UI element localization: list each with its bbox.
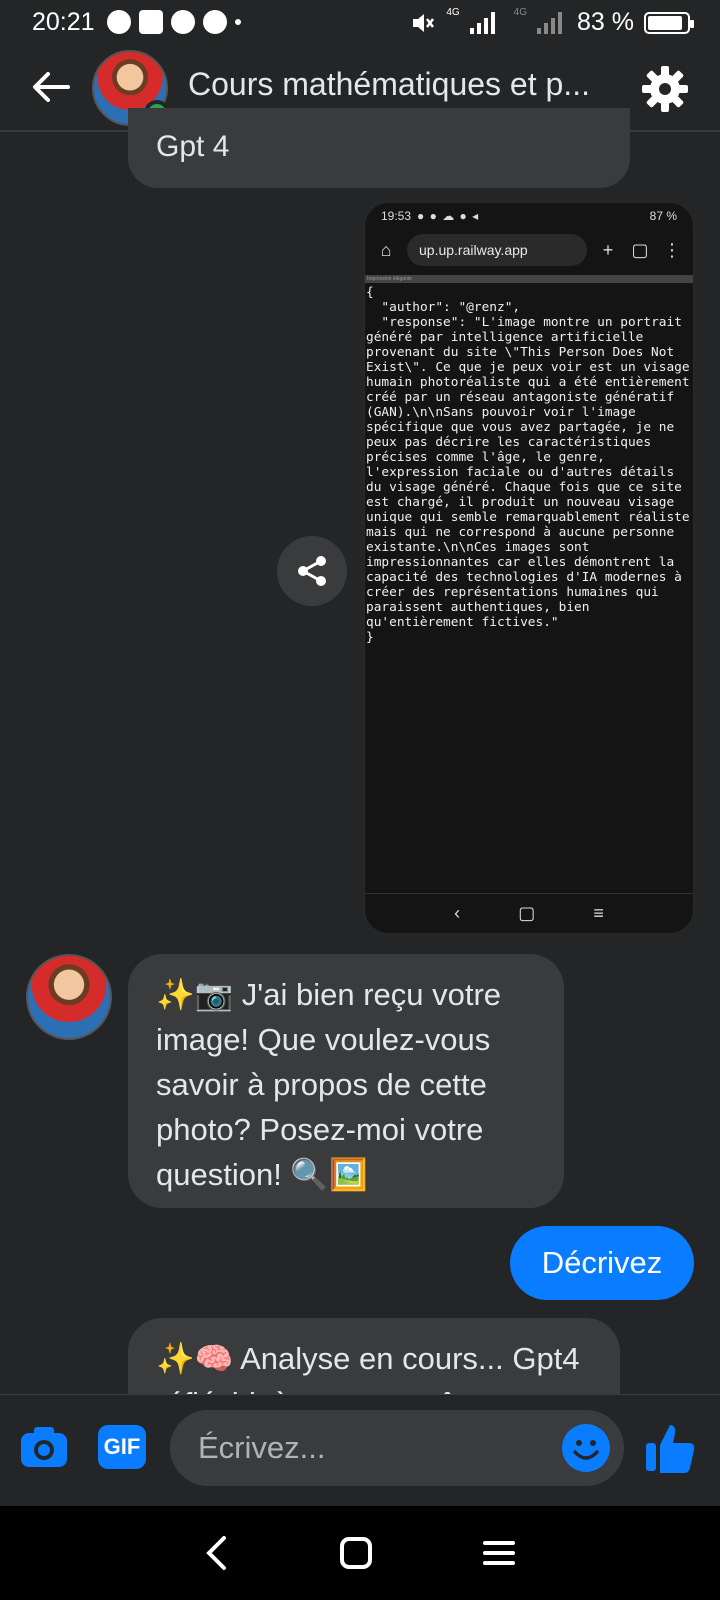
home-nav-icon: ▢ xyxy=(518,903,536,923)
status-right: 4G 4G 83 % xyxy=(410,7,694,37)
screenshot-url-bar: ⌂ up.up.railway.app + ▢ ⋮ xyxy=(365,229,693,271)
screenshot-url: up.up.railway.app xyxy=(407,234,587,266)
screenshot-json-text: { "author": "@renz", "response": "L'imag… xyxy=(366,285,690,645)
chat-icon xyxy=(202,10,227,34)
battery-icon xyxy=(644,11,694,34)
notification-icons xyxy=(106,10,241,34)
screenshot-status-bar: 19:53 ● ● ☁ ● ◂ 87 % xyxy=(381,209,677,223)
battery-percent: 83 % xyxy=(577,8,634,36)
message-bubble-gpt4[interactable]: Gpt 4 xyxy=(128,108,630,188)
status-bar: 20:21 4G 4G 83 % xyxy=(0,0,720,44)
share-button[interactable] xyxy=(277,536,347,606)
network-type: 4G xyxy=(446,7,460,18)
system-navigation-bar xyxy=(0,1506,720,1600)
camera-button[interactable] xyxy=(18,1421,70,1473)
sender-avatar[interactable] xyxy=(26,954,112,1040)
message-bubble-bot[interactable]: ✨📷 J'ai bien reçu votre image! Que voule… xyxy=(128,954,564,1208)
back-button[interactable] xyxy=(30,66,72,108)
screenshot-mini-label: Impression élégante xyxy=(365,275,693,283)
messenger-icon xyxy=(106,10,131,34)
message-text: Décrivez xyxy=(541,1245,663,1280)
more-notifications-dot xyxy=(234,19,241,25)
gear-icon[interactable] xyxy=(640,64,690,114)
messenger-icon xyxy=(170,10,195,34)
back-nav-icon: ‹ xyxy=(454,903,461,923)
shared-screenshot-image[interactable]: 19:53 ● ● ☁ ● ◂ 87 % ⌂ up.up.railway.app… xyxy=(364,202,694,934)
screenshot-battery: 87 % xyxy=(649,209,677,223)
signal-icon xyxy=(469,11,495,34)
message-text: ✨📷 J'ai bien reçu votre image! Que voule… xyxy=(156,977,502,1192)
signal-icon-2 xyxy=(537,11,563,34)
tabs-icon: ▢ xyxy=(631,239,649,260)
emoji-button[interactable] xyxy=(562,1424,610,1472)
network-type-2: 4G xyxy=(513,7,528,18)
recents-nav-button[interactable] xyxy=(482,1539,516,1567)
news-icon xyxy=(138,10,163,34)
message-text: Gpt 4 xyxy=(156,130,230,163)
composer: GIF xyxy=(0,1394,720,1506)
back-nav-button[interactable] xyxy=(204,1535,230,1571)
message-input[interactable] xyxy=(170,1410,624,1486)
plus-icon: + xyxy=(602,239,614,260)
screenshot-time: 19:53 xyxy=(381,209,412,223)
gif-button[interactable]: GIF xyxy=(98,1425,146,1469)
screenshot-nav-bar: ‹ ▢ ≡ xyxy=(365,893,693,933)
message-bubble-user[interactable]: Décrivez xyxy=(510,1226,694,1300)
page-title[interactable]: Cours mathématiques et p... xyxy=(188,66,590,103)
status-time: 20:21 xyxy=(32,7,95,36)
menu-dots-icon: ⋮ xyxy=(663,239,681,260)
share-icon xyxy=(298,556,326,586)
recents-nav-icon: ≡ xyxy=(593,903,604,923)
home-icon: ⌂ xyxy=(380,239,392,260)
mute-icon xyxy=(413,13,435,32)
home-nav-button[interactable] xyxy=(339,1536,373,1570)
like-button[interactable] xyxy=(644,1419,696,1475)
